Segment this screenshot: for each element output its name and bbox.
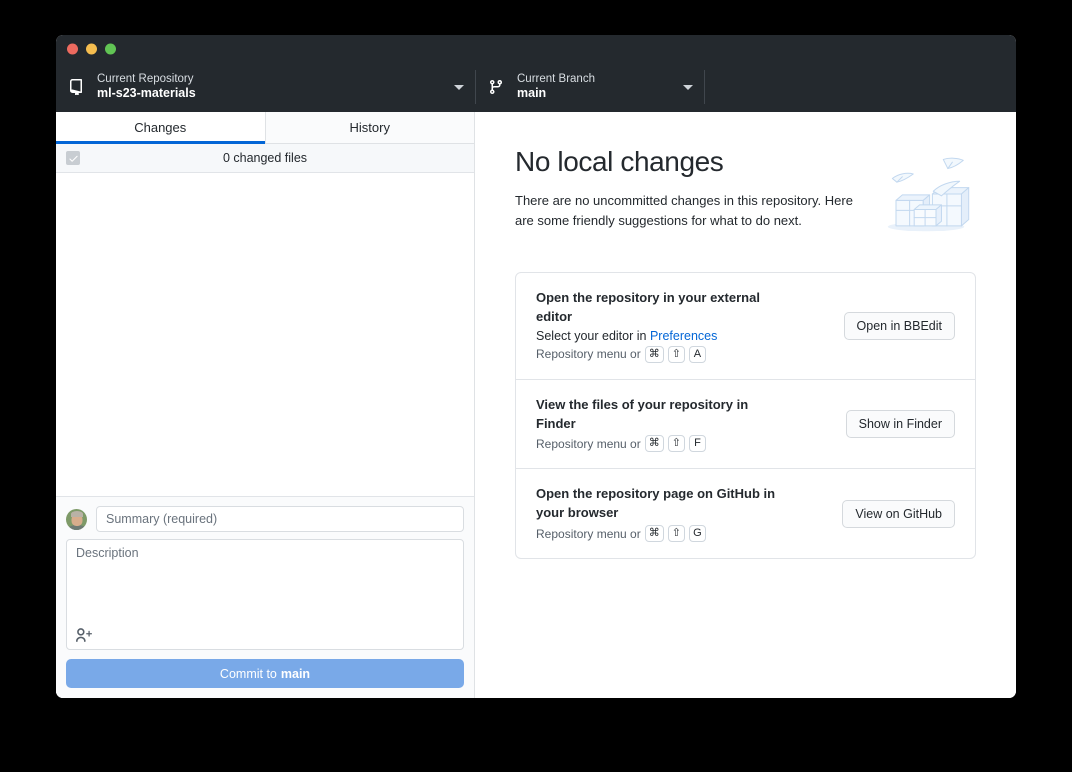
- key-letter: F: [689, 435, 706, 452]
- shortcut-prefix: Repository menu or: [536, 347, 641, 361]
- tab-history[interactable]: History: [265, 112, 475, 143]
- main-body: Changes History 0 changed files: [56, 112, 1016, 698]
- current-branch-label: Current Branch: [517, 72, 595, 86]
- fetch-section: Fetch origin Last fetched 1 minute ago: [705, 62, 1016, 112]
- view-on-github-button[interactable]: View on GitHub: [842, 500, 955, 528]
- left-sidebar: Changes History 0 changed files: [56, 112, 475, 698]
- commit-description-box: [66, 539, 464, 650]
- page-description: There are no uncommitted changes in this…: [515, 191, 856, 231]
- toolbar: Current Repository ml-s23-materials Curr…: [56, 62, 1016, 112]
- key-command-icon: ⌘: [645, 525, 664, 542]
- tab-history-label: History: [350, 120, 390, 135]
- key-shift-icon: ⇧: [668, 525, 685, 542]
- suggestion-show-in-finder: View the files of your repository in Fin…: [516, 380, 975, 470]
- changed-files-bar: 0 changed files: [56, 144, 474, 173]
- blank-slate-header: No local changes There are no uncommitte…: [515, 146, 976, 245]
- boxes-illustration: [876, 148, 976, 245]
- select-all-files-checkbox[interactable]: [66, 151, 80, 165]
- git-branch-icon: [487, 78, 505, 96]
- show-in-finder-button[interactable]: Show in Finder: [846, 410, 955, 438]
- commit-button-prefix: Commit to: [220, 667, 277, 681]
- repo-icon: [67, 78, 85, 96]
- title-bar: [56, 35, 1016, 62]
- no-changes-panel: No local changes There are no uncommitte…: [475, 112, 1016, 698]
- key-command-icon: ⌘: [645, 346, 664, 363]
- chevron-down-icon: [683, 85, 693, 90]
- key-letter: A: [689, 346, 706, 363]
- summary-row: [66, 506, 464, 532]
- suggestion-title: View the files of your repository in Fin…: [536, 396, 791, 434]
- page-title: No local changes: [515, 146, 856, 178]
- suggestion-shortcut: Repository menu or ⌘ ⇧ G: [536, 525, 826, 542]
- suggestion-subtitle: Select your editor in Preferences: [536, 329, 828, 343]
- current-branch-value: main: [517, 86, 595, 102]
- suggestion-title: Open the repository page on GitHub in yo…: [536, 485, 791, 523]
- file-list: [56, 173, 474, 496]
- suggestion-view-on-github: Open the repository page on GitHub in yo…: [516, 469, 975, 558]
- shortcut-prefix: Repository menu or: [536, 437, 641, 451]
- changed-files-count: 0 changed files: [56, 151, 474, 165]
- check-icon: [68, 153, 79, 164]
- key-command-icon: ⌘: [645, 435, 664, 452]
- minimize-window-button[interactable]: [86, 43, 97, 54]
- current-repository-value: ml-s23-materials: [97, 86, 196, 102]
- open-in-editor-button[interactable]: Open in BBEdit: [844, 312, 955, 340]
- current-branch-button[interactable]: Current Branch main: [476, 62, 704, 112]
- commit-summary-input[interactable]: [96, 506, 464, 532]
- suggestion-open-in-editor: Open the repository in your external edi…: [516, 273, 975, 380]
- key-letter: G: [689, 525, 706, 542]
- preferences-link[interactable]: Preferences: [650, 329, 717, 343]
- suggestion-subtitle-prefix: Select your editor in: [536, 329, 650, 343]
- chevron-down-icon: [454, 85, 464, 90]
- current-repository-button[interactable]: Current Repository ml-s23-materials: [56, 62, 475, 112]
- suggestion-shortcut: Repository menu or ⌘ ⇧ A: [536, 346, 828, 363]
- key-shift-icon: ⇧: [668, 435, 685, 452]
- github-desktop-window: Current Repository ml-s23-materials Curr…: [56, 35, 1016, 698]
- tab-changes[interactable]: Changes: [56, 112, 265, 143]
- commit-to-branch-button[interactable]: Commit to main: [66, 659, 464, 688]
- maximize-window-button[interactable]: [105, 43, 116, 54]
- commit-form: Commit to main: [56, 496, 474, 698]
- commit-description-input[interactable]: [67, 540, 463, 624]
- add-coauthor-icon[interactable]: [75, 625, 95, 643]
- avatar: [66, 509, 87, 530]
- key-shift-icon: ⇧: [668, 346, 685, 363]
- current-repository-label: Current Repository: [97, 72, 196, 86]
- shortcut-prefix: Repository menu or: [536, 527, 641, 541]
- suggestion-shortcut: Repository menu or ⌘ ⇧ F: [536, 435, 830, 452]
- suggestion-title: Open the repository in your external edi…: [536, 289, 791, 327]
- close-window-button[interactable]: [67, 43, 78, 54]
- tab-bar: Changes History: [56, 112, 474, 144]
- suggestions-card: Open the repository in your external edi…: [515, 272, 976, 559]
- traffic-lights: [67, 43, 116, 54]
- tab-changes-label: Changes: [134, 120, 186, 135]
- commit-button-branch: main: [281, 667, 310, 681]
